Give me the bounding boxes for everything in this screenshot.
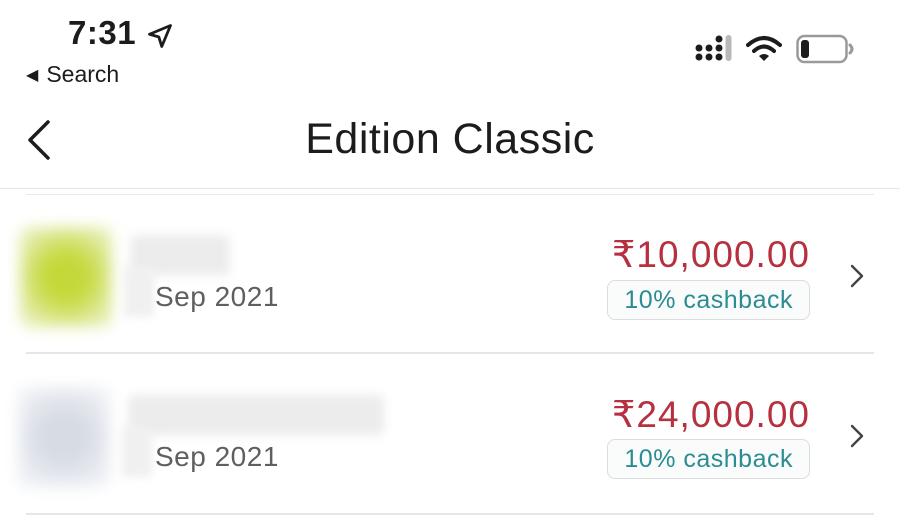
nav-divider — [0, 188, 900, 189]
wifi-icon — [746, 36, 782, 61]
row-divider — [26, 513, 874, 515]
transaction-amount: ₹10,000.00 — [611, 234, 810, 275]
cellular-signal-icon — [695, 35, 732, 61]
page-title: Edition Classic — [305, 115, 595, 163]
row-divider — [26, 352, 874, 354]
transaction-amount: ₹24,000.00 — [611, 394, 810, 435]
chevron-right-icon — [850, 264, 864, 288]
transaction-date: Sep 2021 — [155, 281, 279, 312]
transaction-row[interactable]: Sep 2021 ₹10,000.00 10% cashback — [0, 195, 900, 355]
back-triangle-icon: ◀ — [26, 66, 39, 84]
redaction-blur — [124, 267, 154, 317]
merchant-name-redacted — [128, 395, 384, 435]
cashback-badge: 10% cashback — [607, 280, 810, 320]
battery-low-icon — [796, 34, 854, 64]
back-to-search-label: Search — [46, 61, 120, 87]
merchant-logo — [20, 227, 112, 327]
cashback-badge: 10% cashback — [607, 439, 810, 479]
transaction-date: Sep 2021 — [155, 441, 279, 472]
back-to-search-link[interactable]: ◀ Search — [26, 61, 119, 88]
location-arrow-icon — [148, 24, 172, 48]
redaction-blur — [122, 427, 152, 477]
transaction-row[interactable]: Sep 2021 ₹24,000.00 10% cashback — [0, 355, 900, 515]
chevron-right-icon — [850, 424, 864, 448]
status-time: 7:31 — [68, 14, 137, 51]
merchant-logo — [18, 387, 110, 487]
